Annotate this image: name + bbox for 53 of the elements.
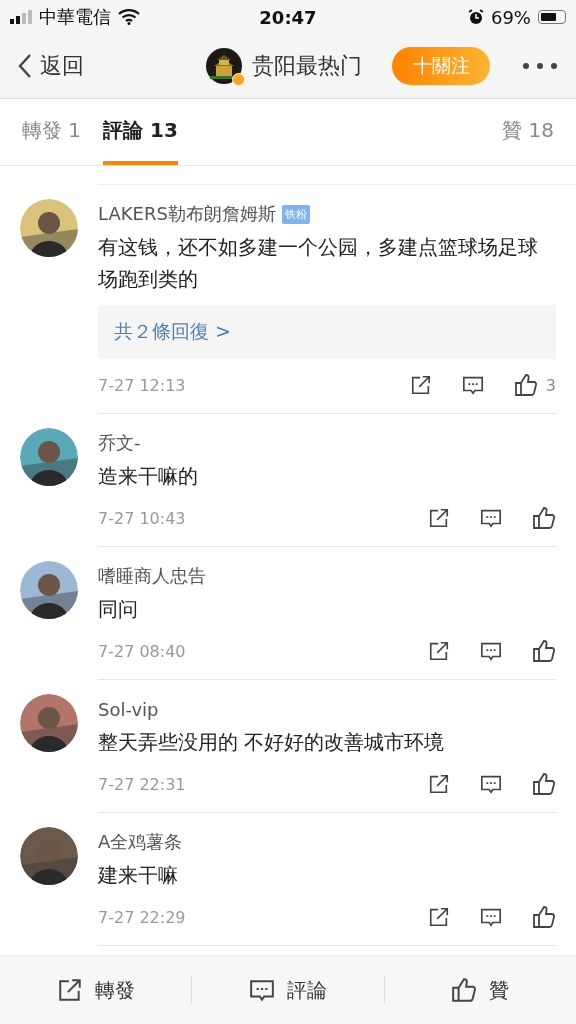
thumbs-up-icon[interactable] bbox=[451, 977, 478, 1003]
replies-link[interactable]: 共２條回復 > bbox=[98, 305, 556, 359]
signal-icon bbox=[10, 10, 32, 24]
like-button[interactable]: 贊 bbox=[384, 956, 576, 1024]
timestamp: 7-27 22:31 bbox=[98, 774, 186, 794]
comment-icon[interactable] bbox=[480, 507, 502, 529]
timestamp: 7-27 10:43 bbox=[98, 508, 186, 528]
user-name[interactable]: 嗜睡商人忠告 bbox=[98, 564, 206, 588]
back-icon bbox=[18, 53, 32, 79]
thumbs-up-icon[interactable] bbox=[532, 506, 556, 530]
more-icon[interactable] bbox=[522, 62, 558, 70]
comment-button[interactable]: 評論 bbox=[192, 956, 384, 1024]
user-name[interactable]: LAKERS勒布朗詹姆斯 bbox=[98, 202, 276, 226]
comment-text: 同问 bbox=[98, 596, 139, 623]
share-icon[interactable] bbox=[428, 640, 450, 662]
comment-icon[interactable] bbox=[461, 374, 484, 396]
timestamp: 7-27 22:29 bbox=[98, 907, 186, 927]
comment-text: 造来干嘛的 bbox=[98, 463, 199, 490]
like-count: 3 bbox=[545, 375, 556, 395]
tab[interactable]: 贊 18 bbox=[502, 99, 554, 165]
alarm-icon bbox=[467, 9, 484, 25]
comment-icon[interactable] bbox=[480, 640, 502, 662]
share-icon[interactable] bbox=[56, 977, 83, 1003]
comment-text: 建来干嘛 bbox=[98, 862, 179, 889]
share-icon[interactable] bbox=[409, 374, 432, 396]
user-name[interactable]: 乔文- bbox=[98, 431, 141, 455]
wifi-icon bbox=[118, 9, 140, 25]
battery-icon bbox=[538, 10, 566, 24]
timestamp: 7-27 08:40 bbox=[98, 641, 186, 661]
carrier-name: 中華電信 bbox=[39, 5, 111, 29]
comment-icon[interactable] bbox=[249, 977, 275, 1003]
thumbs-up-icon[interactable] bbox=[513, 373, 538, 397]
thumbs-up-icon[interactable] bbox=[532, 905, 556, 929]
comment-icon[interactable] bbox=[480, 906, 502, 928]
share-icon[interactable] bbox=[428, 507, 450, 529]
account-name[interactable]: 贵阳最热门 bbox=[252, 51, 362, 81]
clock: 20:47 bbox=[259, 6, 317, 28]
back-button[interactable]: 返回 bbox=[18, 51, 84, 81]
repost-button[interactable]: 轉發 bbox=[0, 956, 192, 1024]
comment-icon[interactable] bbox=[480, 773, 502, 795]
share-icon[interactable] bbox=[428, 773, 450, 795]
thumbs-up-icon[interactable] bbox=[532, 639, 556, 663]
fan-badge: 铁粉 bbox=[281, 204, 310, 224]
user-name[interactable]: A全鸡薯条 bbox=[98, 830, 183, 854]
comment-text: 有这钱，还不如多建一个公园，多建点篮球场足球场跑到类的 bbox=[98, 234, 539, 293]
share-icon[interactable] bbox=[428, 906, 450, 928]
tab[interactable]: 轉發 1 bbox=[22, 99, 82, 165]
battery-percent: 69% bbox=[490, 6, 531, 28]
user-name[interactable]: Sol-vip bbox=[98, 698, 159, 720]
comment-text: 整天弄些没用的 不好好的改善城市环境 bbox=[98, 729, 446, 756]
tab[interactable]: 評論 13 bbox=[103, 99, 178, 165]
timestamp: 7-27 12:13 bbox=[98, 375, 186, 395]
thumbs-up-icon[interactable] bbox=[532, 772, 556, 796]
